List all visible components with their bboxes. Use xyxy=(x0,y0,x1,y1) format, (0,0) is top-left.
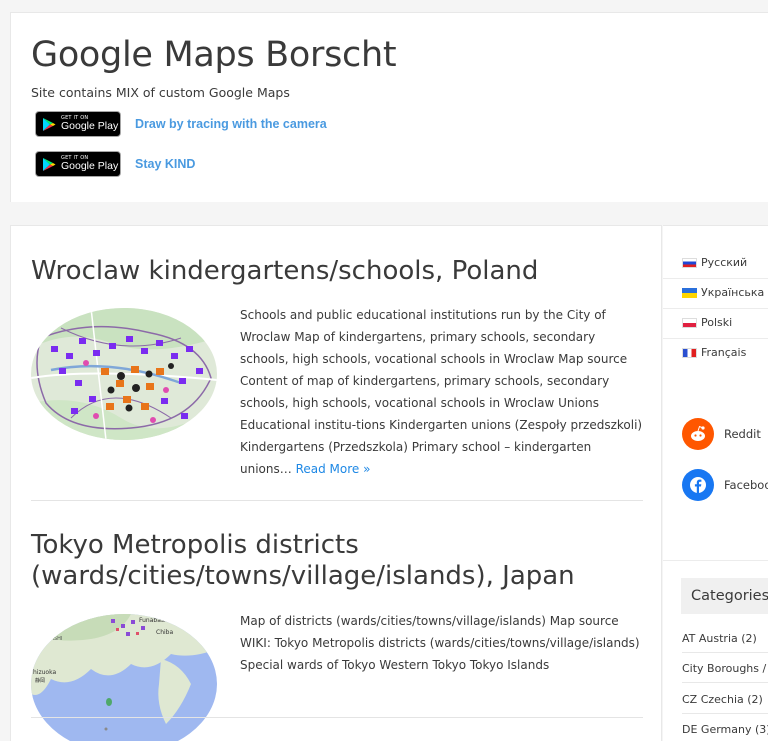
language-item-pl[interactable]: Polski xyxy=(682,316,732,329)
map-label-chiba: Chiba xyxy=(156,629,173,636)
reddit-icon xyxy=(682,418,714,450)
category-label: CZ Czechia xyxy=(682,693,744,706)
language-label: Русский xyxy=(701,256,748,269)
main-content: Wroclaw kindergartens/schools, Poland Sc… xyxy=(10,225,662,741)
google-play-icon xyxy=(43,117,56,131)
category-count: (2) xyxy=(741,632,757,645)
category-label: DE Germany xyxy=(682,723,752,736)
read-more-link[interactable]: Read More » xyxy=(296,462,371,476)
category-item[interactable]: CZ Czechia (2) xyxy=(682,693,763,706)
google-play-badge[interactable]: GET IT ON Google Play xyxy=(35,111,121,137)
share-label: Faceboo xyxy=(724,478,768,492)
language-item-fr[interactable]: Français xyxy=(682,346,746,359)
flag-ru-icon xyxy=(682,257,697,268)
category-count: (3) xyxy=(754,723,768,736)
post-title-wroclaw[interactable]: Wroclaw kindergartens/schools, Poland xyxy=(31,256,538,287)
page: Google Maps Borscht Site contains MIX of… xyxy=(0,0,768,741)
google-play-badge[interactable]: GET IT ON Google Play xyxy=(35,151,121,177)
excerpt-text: Schools and public educational instituti… xyxy=(240,308,643,476)
post-thumbnail-tokyo[interactable]: Funabashi Chiba MANASHI hizuoka 静岡 xyxy=(31,614,217,741)
category-item[interactable]: AT Austria (2) xyxy=(682,632,757,645)
site-description: Site contains MIX of custom Google Maps xyxy=(31,85,290,100)
promo-link-drawing[interactable]: Draw by tracing with the camera xyxy=(135,117,327,131)
sidebar: Русский Українська Polski Français Reddi… xyxy=(663,225,768,741)
map-label-manashi: MANASHI xyxy=(39,636,62,642)
language-item-ru[interactable]: Русский xyxy=(682,256,747,269)
post-divider xyxy=(31,717,643,718)
promo-kind: GET IT ON Google Play Stay KIND xyxy=(35,151,195,177)
divider xyxy=(663,338,768,339)
badge-big-text: Google Play xyxy=(61,160,119,173)
flag-ua-icon xyxy=(682,287,697,298)
google-play-icon xyxy=(43,157,56,171)
categories-title: Categories xyxy=(691,588,768,604)
divider xyxy=(682,652,768,653)
language-label: Français xyxy=(701,346,747,359)
share-reddit[interactable]: Reddit xyxy=(682,418,761,450)
category-item[interactable]: City Boroughs / xyxy=(682,662,766,675)
language-item-ua[interactable]: Українська xyxy=(682,286,764,299)
share-label: Reddit xyxy=(724,427,761,441)
categories-header: Categories xyxy=(681,578,768,614)
category-item[interactable]: DE Germany (3) xyxy=(682,723,768,736)
post-divider xyxy=(31,500,643,501)
tokyo-map-image: Funabashi Chiba MANASHI hizuoka 静岡 xyxy=(31,614,217,741)
map-label-funabashi: Funabashi xyxy=(139,617,170,624)
facebook-icon xyxy=(682,469,714,501)
share-facebook[interactable]: Faceboo xyxy=(682,469,768,501)
category-label: AT Austria xyxy=(682,632,738,645)
language-label: Українська xyxy=(701,286,765,299)
divider xyxy=(682,682,768,683)
map-label-hizuoka: hizuoka xyxy=(33,669,56,676)
flag-fr-icon xyxy=(682,347,697,358)
excerpt-text: Map of districts (wards/cities/towns/vil… xyxy=(240,614,640,672)
divider xyxy=(663,308,768,309)
flag-pl-icon xyxy=(682,317,697,328)
badge-big-text: Google Play xyxy=(61,120,119,133)
promo-link-kind[interactable]: Stay KIND xyxy=(135,157,195,171)
divider xyxy=(663,278,768,279)
map-label-shizuoka-jp: 静岡 xyxy=(35,677,45,684)
divider xyxy=(682,713,768,714)
post-excerpt-wroclaw: Schools and public educational instituti… xyxy=(240,304,644,480)
category-label: City Boroughs / xyxy=(682,662,767,675)
divider xyxy=(663,560,768,561)
language-label: Polski xyxy=(701,316,733,329)
post-thumbnail-wroclaw[interactable] xyxy=(31,308,217,440)
promo-drawing: GET IT ON Google Play Draw by tracing wi… xyxy=(35,111,327,137)
site-title[interactable]: Google Maps Borscht xyxy=(31,35,397,75)
post-title-tokyo[interactable]: Tokyo Metropolis districts (wards/cities… xyxy=(31,530,661,591)
site-header: Google Maps Borscht Site contains MIX of… xyxy=(10,12,768,202)
post-excerpt-tokyo: Map of districts (wards/cities/towns/vil… xyxy=(240,610,644,676)
wroclaw-map-image xyxy=(31,308,217,440)
category-count: (2) xyxy=(747,693,763,706)
